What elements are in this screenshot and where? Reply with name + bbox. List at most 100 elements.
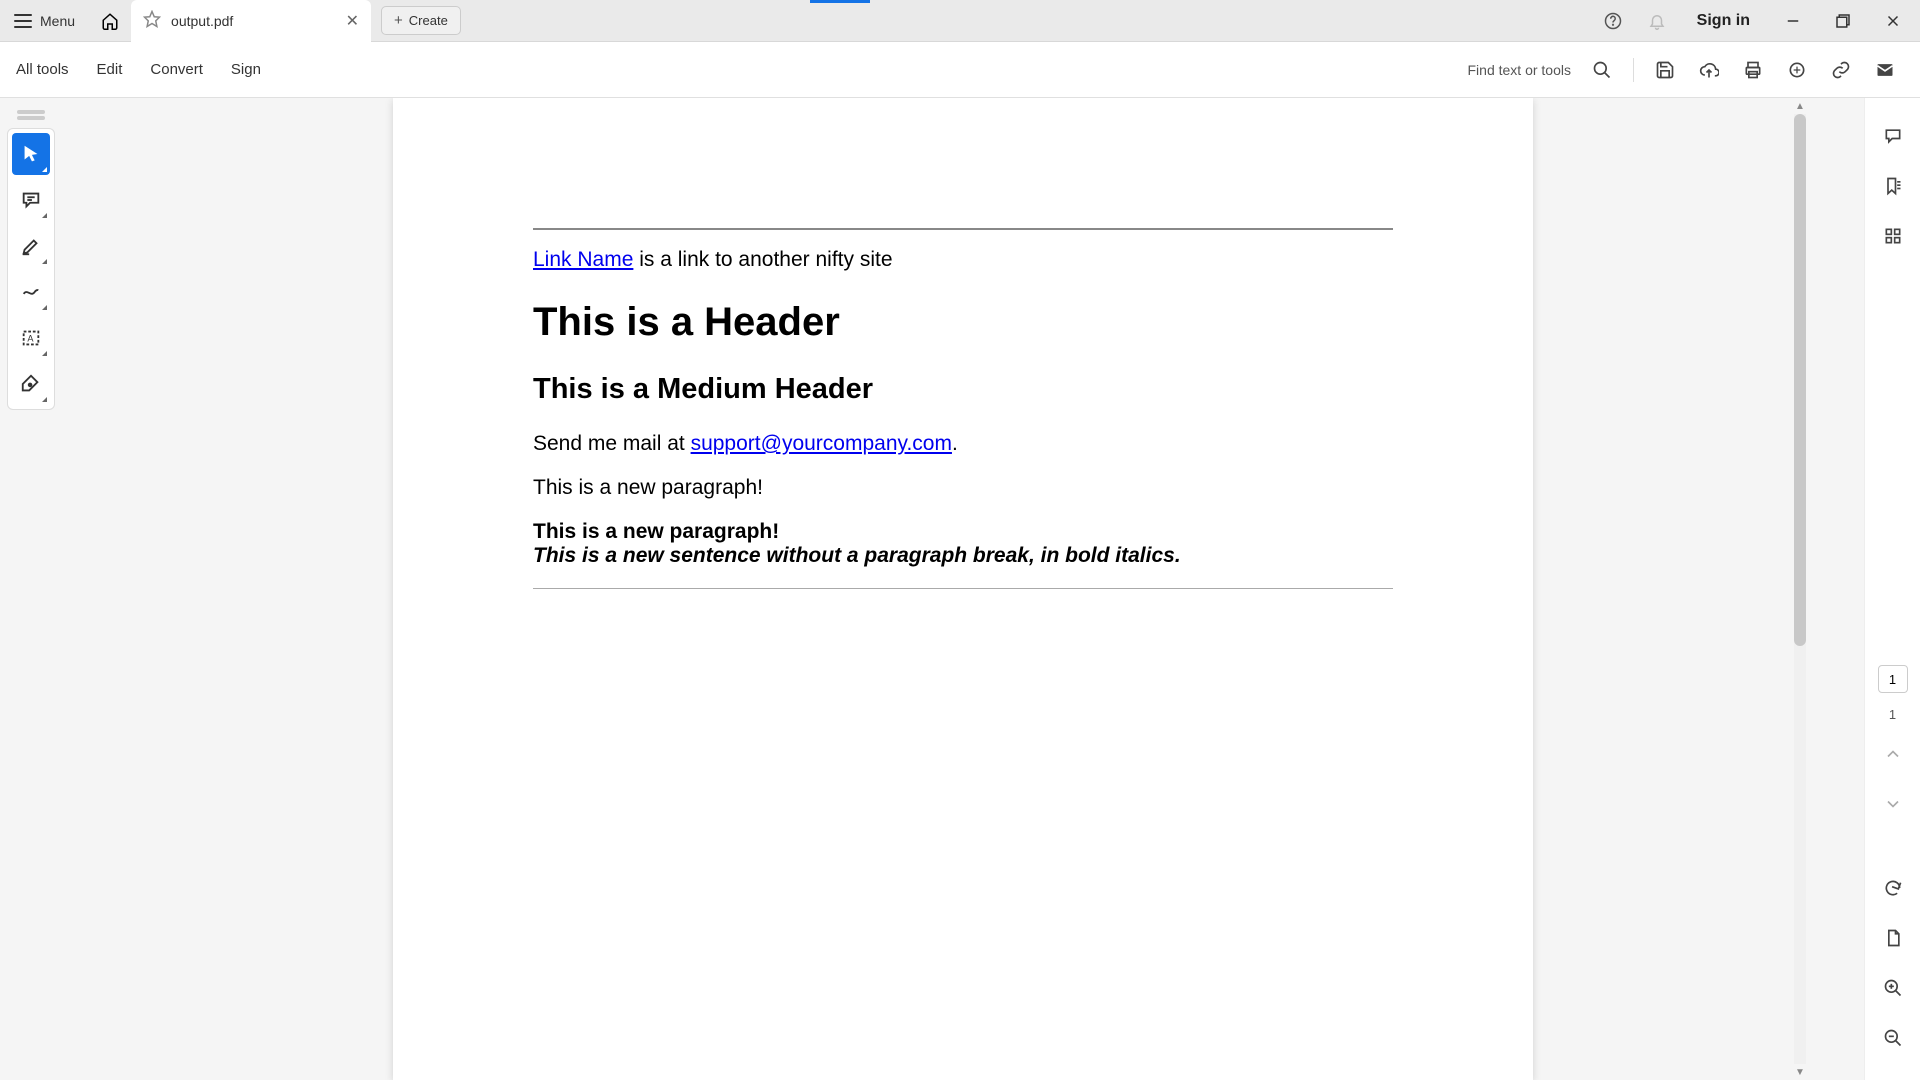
notifications-button[interactable]: [1637, 0, 1677, 42]
email-icon: [1875, 60, 1895, 80]
convert-button[interactable]: Convert: [150, 61, 203, 78]
cursor-icon: [20, 143, 42, 165]
find-label: Find text or tools: [1468, 62, 1572, 78]
zoom-in-button[interactable]: [1875, 970, 1911, 1006]
bookmarks-panel-button[interactable]: [1875, 168, 1911, 204]
page-number-input[interactable]: [1878, 665, 1908, 693]
save-button[interactable]: [1646, 51, 1684, 89]
highlight-tool[interactable]: [12, 225, 50, 267]
document-tab[interactable]: output.pdf ✕: [131, 0, 371, 42]
search-icon: [1592, 60, 1612, 80]
hamburger-icon: [14, 14, 32, 28]
main-area: A Link Name is a link to another nifty s…: [0, 98, 1920, 1080]
comments-panel-button[interactable]: [1875, 118, 1911, 154]
close-icon: [1884, 12, 1902, 30]
page-total: 1: [1889, 707, 1896, 722]
sign-button[interactable]: Sign: [231, 61, 261, 78]
pen-icon: [20, 373, 42, 395]
document-link[interactable]: Link Name: [533, 248, 633, 271]
left-rail: A: [0, 98, 62, 1080]
menu-label: Menu: [40, 13, 75, 29]
grid-icon: [1883, 226, 1903, 246]
print-icon: [1743, 60, 1763, 80]
pdf-page: Link Name is a link to another nifty sit…: [393, 98, 1533, 1080]
text: .: [952, 432, 958, 455]
comment-tool[interactable]: [12, 179, 50, 221]
bell-icon: [1648, 12, 1666, 30]
rotate-button[interactable]: [1875, 870, 1911, 906]
fill-sign-tool[interactable]: [12, 363, 50, 405]
maximize-icon: [1834, 12, 1852, 30]
close-tab-button[interactable]: ✕: [346, 11, 359, 31]
chevron-up-icon: [1883, 744, 1903, 764]
scroll-track[interactable]: [1794, 114, 1806, 1064]
link-button[interactable]: [1822, 51, 1860, 89]
page-up-button[interactable]: [1875, 736, 1911, 772]
rotate-icon: [1883, 878, 1903, 898]
text-select-tool[interactable]: A: [12, 317, 50, 359]
email-link[interactable]: support@yourcompany.com: [691, 432, 952, 455]
signin-button[interactable]: Sign in: [1681, 12, 1766, 30]
vertical-scrollbar[interactable]: ▲ ▼: [1792, 98, 1808, 1080]
sparkle-icon: [1787, 60, 1807, 80]
star-icon[interactable]: [143, 10, 161, 31]
zoom-in-icon: [1883, 978, 1903, 998]
page-down-button[interactable]: [1875, 786, 1911, 822]
menu-button[interactable]: Menu: [0, 0, 89, 41]
scroll-thumb[interactable]: [1794, 114, 1806, 646]
heading-2: This is a Medium Header: [533, 373, 1393, 406]
home-icon: [101, 12, 119, 30]
upload-button[interactable]: [1690, 51, 1728, 89]
page-fit-button[interactable]: [1875, 920, 1911, 956]
text: Send me mail at: [533, 432, 691, 455]
document-viewport[interactable]: Link Name is a link to another nifty sit…: [62, 98, 1864, 1080]
titlebar: Menu output.pdf ✕ + Create Sign in: [0, 0, 1920, 42]
home-button[interactable]: [89, 0, 131, 42]
paragraph: Send me mail at support@yourcompany.com.: [533, 432, 1393, 456]
rail-handle[interactable]: [17, 110, 45, 114]
divider: [533, 228, 1393, 230]
print-button[interactable]: [1734, 51, 1772, 89]
bookmark-icon: [1883, 176, 1903, 196]
cloud-upload-icon: [1699, 60, 1719, 80]
zoom-out-icon: [1883, 1028, 1903, 1048]
toolbar: All tools Edit Convert Sign Find text or…: [0, 42, 1920, 98]
tool-group: A: [7, 128, 55, 410]
plus-icon: +: [394, 12, 403, 29]
help-icon: [1604, 12, 1622, 30]
heading-1: This is a Header: [533, 300, 1393, 345]
comment-icon: [20, 189, 42, 211]
all-tools-button[interactable]: All tools: [16, 61, 69, 78]
create-button[interactable]: + Create: [381, 6, 461, 35]
divider: [1633, 58, 1634, 82]
paragraph: This is a new paragraph!: [533, 476, 1393, 500]
text: is a link to another nifty site: [633, 248, 892, 271]
tab-title: output.pdf: [171, 13, 233, 29]
scroll-down-arrow[interactable]: ▼: [1792, 1064, 1808, 1080]
svg-text:A: A: [27, 334, 34, 344]
page-icon: [1883, 928, 1903, 948]
chat-icon: [1883, 126, 1903, 146]
zoom-out-button[interactable]: [1875, 1020, 1911, 1056]
maximize-button[interactable]: [1820, 0, 1866, 42]
minimize-icon: [1784, 12, 1802, 30]
edit-button[interactable]: Edit: [97, 61, 123, 78]
email-button[interactable]: [1866, 51, 1904, 89]
ai-assistant-button[interactable]: [1778, 51, 1816, 89]
rail-handle[interactable]: [17, 116, 45, 120]
create-label: Create: [409, 13, 448, 28]
thumbnails-panel-button[interactable]: [1875, 218, 1911, 254]
paragraph: Link Name is a link to another nifty sit…: [533, 248, 1393, 272]
minimize-button[interactable]: [1770, 0, 1816, 42]
close-window-button[interactable]: [1870, 0, 1916, 42]
link-icon: [1831, 60, 1851, 80]
paragraph-bold-italic: This is a new sentence without a paragra…: [533, 544, 1393, 568]
text-box-icon: A: [20, 327, 42, 349]
select-tool[interactable]: [12, 133, 50, 175]
draw-tool[interactable]: [12, 271, 50, 313]
draw-icon: [20, 281, 42, 303]
search-button[interactable]: [1583, 51, 1621, 89]
save-icon: [1655, 60, 1675, 80]
scroll-up-arrow[interactable]: ▲: [1792, 98, 1808, 114]
help-button[interactable]: [1593, 0, 1633, 42]
